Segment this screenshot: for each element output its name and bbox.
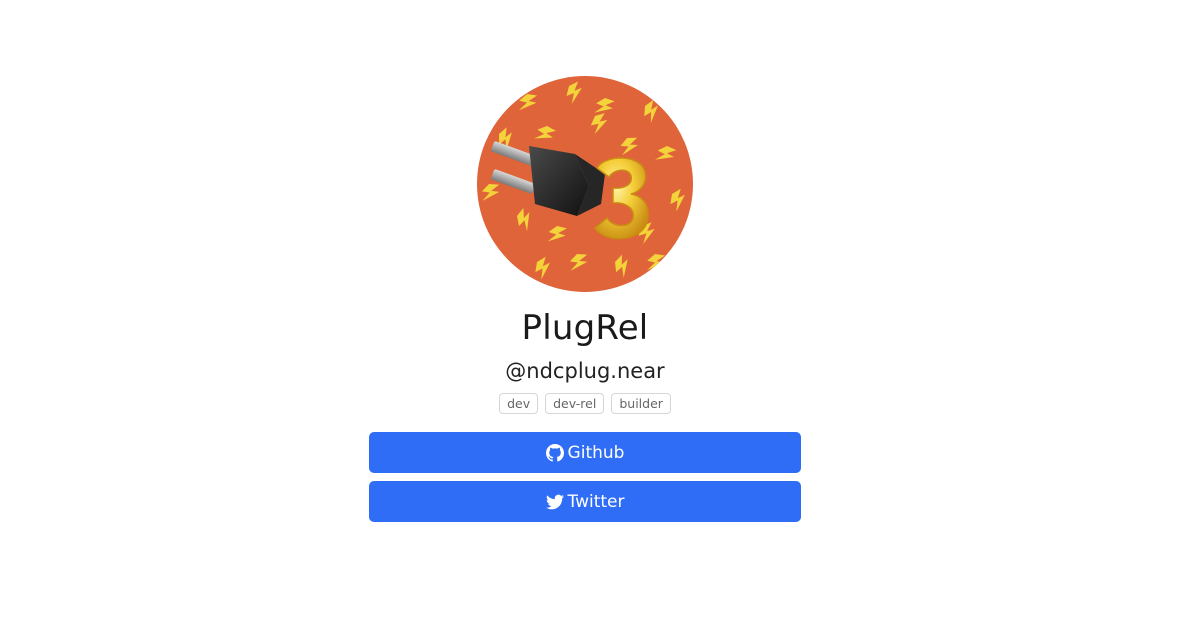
profile-name: PlugRel xyxy=(521,308,649,348)
tag-dev-rel: dev-rel xyxy=(545,393,605,414)
tag-dev: dev xyxy=(499,393,539,414)
twitter-button-label: Twitter xyxy=(567,491,625,512)
github-icon xyxy=(545,443,564,462)
tag-builder: builder xyxy=(611,393,671,414)
twitter-button[interactable]: Twitter xyxy=(369,481,801,522)
github-button[interactable]: Github xyxy=(369,432,801,473)
profile-avatar xyxy=(477,76,693,292)
twitter-icon xyxy=(545,493,564,511)
profile-handle: @ndcplug.near xyxy=(505,359,665,383)
github-button-label: Github xyxy=(567,442,625,463)
plug-avatar-icon xyxy=(477,76,693,292)
tag-list: dev dev-rel builder xyxy=(0,393,1170,414)
profile-page: PlugRel @ndcplug.near dev dev-rel builde… xyxy=(0,0,1200,630)
